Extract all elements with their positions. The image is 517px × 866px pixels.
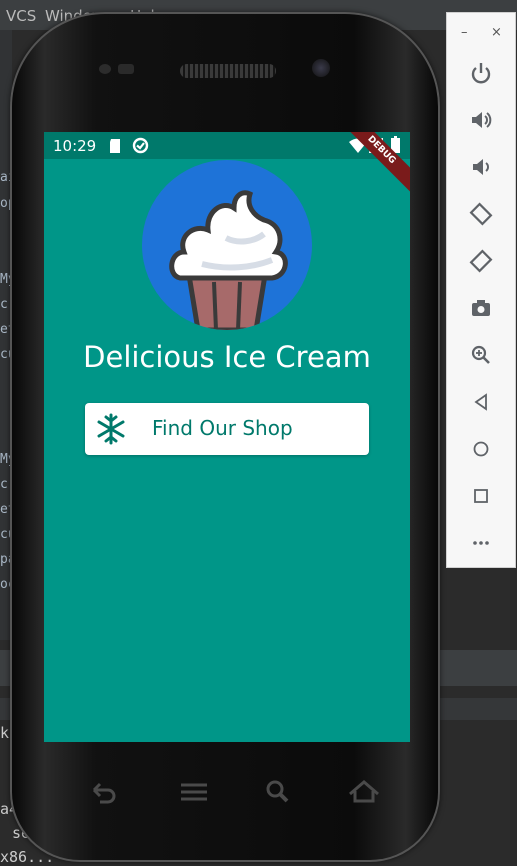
overview-icon[interactable] bbox=[467, 482, 495, 510]
front-camera-icon bbox=[312, 59, 330, 77]
snowflake-icon bbox=[97, 413, 125, 445]
ice-cream-avatar bbox=[142, 160, 312, 330]
more-icon[interactable] bbox=[467, 529, 495, 557]
sensor-icon bbox=[118, 64, 134, 74]
rotate-right-icon[interactable] bbox=[467, 247, 495, 275]
earpiece-grille bbox=[180, 64, 276, 78]
sd-card-icon bbox=[110, 139, 120, 153]
app-screen: 10:29 DEBUG Delicious Ice Cream Find Our bbox=[44, 132, 410, 742]
hardware-softkeys bbox=[80, 772, 400, 812]
menu-vcs[interactable]: VCS bbox=[6, 7, 36, 25]
power-icon[interactable] bbox=[467, 59, 495, 87]
home-softkey-icon[interactable] bbox=[342, 772, 386, 812]
sync-icon bbox=[132, 137, 149, 154]
sensor-icon bbox=[99, 64, 111, 74]
back-softkey-icon[interactable] bbox=[80, 772, 124, 812]
emulator-toolbar: – × bbox=[446, 12, 516, 568]
volume-down-icon[interactable] bbox=[467, 153, 495, 181]
find-shop-button[interactable]: Find Our Shop bbox=[85, 403, 369, 455]
close-icon[interactable]: × bbox=[491, 25, 502, 40]
menu-softkey-icon[interactable] bbox=[172, 772, 216, 812]
rotate-left-icon[interactable] bbox=[467, 200, 495, 228]
page-title: Delicious Ice Cream bbox=[83, 340, 371, 374]
home-icon[interactable] bbox=[467, 435, 495, 463]
find-shop-label: Find Our Shop bbox=[152, 416, 293, 440]
volume-up-icon[interactable] bbox=[467, 106, 495, 134]
zoom-icon[interactable] bbox=[467, 341, 495, 369]
search-softkey-icon[interactable] bbox=[256, 772, 300, 812]
back-icon[interactable] bbox=[467, 388, 495, 416]
camera-icon[interactable] bbox=[467, 294, 495, 322]
terminal-line: k bbox=[0, 724, 10, 742]
minimize-icon[interactable]: – bbox=[461, 25, 468, 40]
status-time: 10:29 bbox=[53, 137, 97, 155]
ice-cream-icon bbox=[169, 190, 288, 330]
